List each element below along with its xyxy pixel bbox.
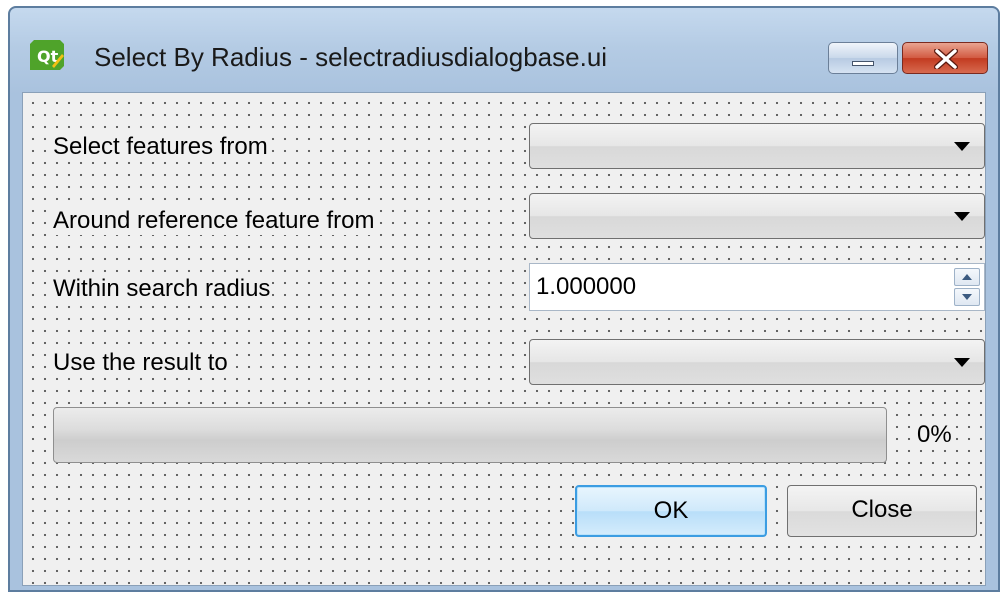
chevron-down-icon bbox=[954, 142, 970, 151]
spin-up-button[interactable] bbox=[954, 268, 980, 286]
select-features-combo[interactable] bbox=[529, 123, 985, 169]
minimize-button[interactable] bbox=[828, 42, 898, 74]
close-icon bbox=[934, 49, 958, 69]
qt-designer-icon: Qt bbox=[30, 40, 64, 70]
dialog-window: Qt Select By Radius - selectradiusdialog… bbox=[8, 6, 1000, 592]
search-radius-input[interactable] bbox=[536, 270, 936, 304]
chevron-down-icon bbox=[954, 212, 970, 221]
spin-buttons bbox=[954, 268, 980, 306]
close-button[interactable]: Close bbox=[787, 485, 977, 537]
search-radius-spinbox bbox=[529, 263, 985, 311]
window-title: Select By Radius - selectradiusdialogbas… bbox=[94, 42, 608, 72]
progress-bar bbox=[53, 407, 887, 463]
reference-feature-combo[interactable] bbox=[529, 193, 985, 239]
dialog-body: Select features from Around reference fe… bbox=[22, 92, 986, 586]
spin-down-button[interactable] bbox=[954, 288, 980, 306]
title-bar[interactable]: Qt Select By Radius - selectradiusdialog… bbox=[10, 8, 998, 92]
chevron-down-icon bbox=[954, 358, 970, 367]
ok-button[interactable]: OK bbox=[575, 485, 767, 537]
minimize-icon bbox=[852, 61, 874, 66]
window-close-button[interactable] bbox=[902, 42, 988, 74]
use-result-label: Use the result to bbox=[51, 349, 230, 377]
select-features-label: Select features from bbox=[51, 133, 270, 161]
reference-feature-label: Around reference feature from bbox=[51, 207, 377, 235]
use-result-combo[interactable] bbox=[529, 339, 985, 385]
search-radius-label: Within search radius bbox=[51, 275, 273, 303]
progress-percent-label: 0% bbox=[915, 421, 954, 449]
